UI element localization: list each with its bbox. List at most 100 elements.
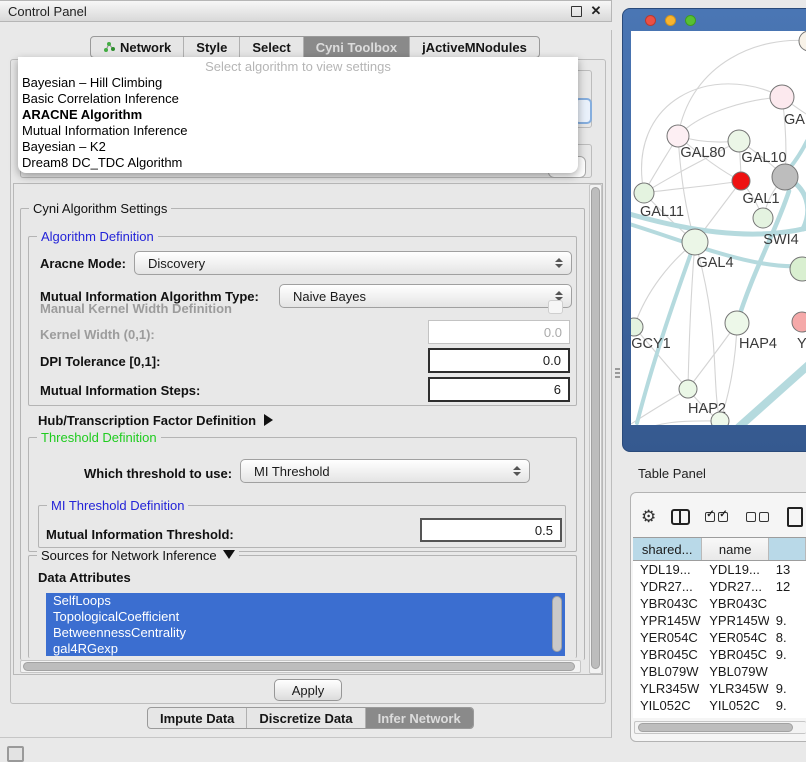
network-node-label: Y	[797, 336, 806, 352]
gear-icon[interactable]: ⚙	[641, 507, 656, 527]
dpi-tolerance-field[interactable]: 0.0	[428, 348, 570, 373]
mi-threshold-value: 0.5	[535, 523, 553, 538]
table-row[interactable]: YER054CYER054C8.	[633, 629, 806, 646]
algorithm-option[interactable]: Bayesian – K2	[18, 139, 578, 155]
table-horizontal-scrollbar[interactable]	[634, 721, 806, 734]
settings-vertical-scrollbar[interactable]	[589, 184, 602, 674]
mi-algorithm-type-combo[interactable]: Naive Bayes	[279, 284, 572, 308]
table-row[interactable]: YIL052CYIL052C9.	[633, 697, 806, 714]
data-attribute-item[interactable]: TopologicalCoefficient	[46, 609, 565, 625]
network-node-gal11[interactable]	[634, 183, 654, 203]
attr-list-scrollbar-thumb[interactable]	[552, 596, 562, 652]
network-node-gal80[interactable]	[667, 125, 689, 147]
hub-definition-toggle[interactable]: Hub/Transcription Factor Definition	[38, 413, 273, 428]
tab-cyni-toolbox[interactable]: Cyni Toolbox	[304, 37, 410, 57]
deselect-all-checks-icon[interactable]	[746, 512, 772, 522]
network-node-label: HAP4	[739, 336, 777, 352]
column-header-name[interactable]: name	[702, 538, 769, 560]
tab-label: Cyni Toolbox	[316, 40, 397, 55]
algorithm-option[interactable]: ARACNE Algorithm	[18, 107, 578, 123]
data-attribute-item[interactable]: BetweennessCentrality	[46, 625, 565, 641]
mi-steps-field[interactable]: 6	[428, 377, 570, 402]
network-node-gal4[interactable]	[682, 229, 708, 255]
table-toolbar: ⚙	[641, 504, 803, 530]
tab-network[interactable]: Network	[91, 37, 184, 57]
table-row[interactable]: YLR345WYLR345W9.	[633, 680, 806, 697]
algorithm-option[interactable]: Dream8 DC_TDC Algorithm	[18, 155, 578, 171]
network-node-y[interactable]	[792, 312, 806, 332]
float-panel-icon[interactable]	[569, 4, 583, 18]
network-node-gcy1[interactable]	[631, 318, 643, 336]
table-cell: YLR345W	[633, 680, 702, 697]
network-node[interactable]	[799, 31, 806, 51]
network-node[interactable]	[711, 412, 729, 425]
network-node-gal1[interactable]	[732, 172, 750, 190]
network-edge[interactable]	[678, 97, 782, 136]
data-attribute-item[interactable]: gal4RGexp	[46, 641, 565, 656]
network-edge[interactable]	[642, 84, 782, 193]
window-zoom-button[interactable]	[685, 15, 696, 26]
tab-select[interactable]: Select	[240, 37, 303, 57]
table-row[interactable]: YBL079WYBL079W	[633, 663, 806, 680]
algorithm-option[interactable]: Mutual Information Inference	[18, 123, 578, 139]
table-cell: YBR045C	[633, 646, 702, 663]
algorithm-dropdown-placeholder: Select algorithm to view settings	[18, 59, 578, 75]
table-row[interactable]: YPR145WYPR145W9.	[633, 612, 806, 629]
kernel-width-value: 0.0	[544, 325, 562, 340]
manual-kernel-width-checkbox[interactable]	[548, 300, 563, 314]
apply-button[interactable]: Apply	[274, 679, 342, 701]
algorithm-option[interactable]: Bayesian – Hill Climbing	[18, 75, 578, 91]
which-threshold-combo[interactable]: MI Threshold	[240, 459, 530, 483]
network-node-swi4[interactable]	[753, 208, 773, 228]
mi-threshold-field[interactable]: 0.5	[420, 518, 562, 542]
table-cell: YBL079W	[633, 663, 702, 680]
table-cell: YDR27...	[633, 578, 702, 595]
table-row[interactable]: YBR043CYBR043C	[633, 595, 806, 612]
tab-jactivemnodules[interactable]: jActiveMNodules	[410, 37, 539, 57]
table-row[interactable]: YBR045CYBR045C9.	[633, 646, 806, 663]
algorithm-option[interactable]: Basic Correlation Inference	[18, 91, 578, 107]
tab-label: Select	[252, 40, 290, 55]
window-close-button[interactable]	[645, 15, 656, 26]
table-cell: YPR145W	[702, 612, 769, 629]
network-node[interactable]	[772, 164, 798, 190]
tab-discretize-data[interactable]: Discretize Data	[247, 708, 365, 728]
table-row[interactable]: YDR27...YDR27...12	[633, 578, 806, 595]
sources-title[interactable]: Sources for Network Inference	[37, 548, 239, 563]
tab-infer-network[interactable]: Infer Network	[366, 708, 473, 728]
table-cell: 13	[769, 561, 806, 578]
network-edge[interactable]	[631, 421, 720, 425]
split-view-icon[interactable]	[671, 509, 690, 525]
data-attribute-item[interactable]: SelfLoops	[46, 593, 565, 609]
close-panel-icon[interactable]: ✕	[589, 4, 603, 18]
splitpane-grip[interactable]	[615, 368, 620, 380]
column-header-cut[interactable]	[769, 538, 806, 560]
network-edge-thick[interactable]	[789, 141, 806, 169]
aracne-mode-combo[interactable]: Discovery	[134, 251, 572, 275]
network-node[interactable]	[790, 257, 806, 281]
control-panel-titlebar: Control Panel ✕	[0, 0, 612, 22]
network-edge[interactable]	[644, 181, 741, 193]
network-canvas[interactable]: GALGAL80GAL10GAL1GAL11SWI4GAL4GCY1HAP4YH…	[631, 31, 806, 425]
network-node-hap2[interactable]	[679, 380, 697, 398]
minimized-panel-icon[interactable]	[7, 746, 24, 762]
table-cell: YDL19...	[633, 561, 702, 578]
table-row[interactable]: YDL19...YDL19...13	[633, 561, 806, 578]
window-minimize-button[interactable]	[665, 15, 676, 26]
tab-impute-data[interactable]: Impute Data	[148, 708, 247, 728]
tab-style[interactable]: Style	[184, 37, 240, 57]
network-edge-thick[interactable]	[739, 361, 806, 425]
network-edge[interactable]	[634, 242, 695, 327]
document-icon[interactable]	[787, 507, 803, 527]
table-cell: 9.	[769, 680, 806, 697]
kernel-width-field[interactable]: 0.0	[428, 320, 570, 344]
column-header-shared...[interactable]: shared...	[633, 538, 702, 560]
network-node-gal[interactable]	[770, 85, 794, 109]
table-panel-title: Table Panel	[638, 466, 706, 481]
data-attributes-list[interactable]: SelfLoopsTopologicalCoefficientBetweenne…	[46, 593, 565, 656]
select-all-checks-icon[interactable]	[705, 512, 731, 522]
network-node-gal10[interactable]	[728, 130, 750, 152]
settings-horizontal-scrollbar[interactable]	[20, 660, 581, 673]
network-node-hap4[interactable]	[725, 311, 749, 335]
network-node-label: GAL1	[742, 191, 779, 207]
